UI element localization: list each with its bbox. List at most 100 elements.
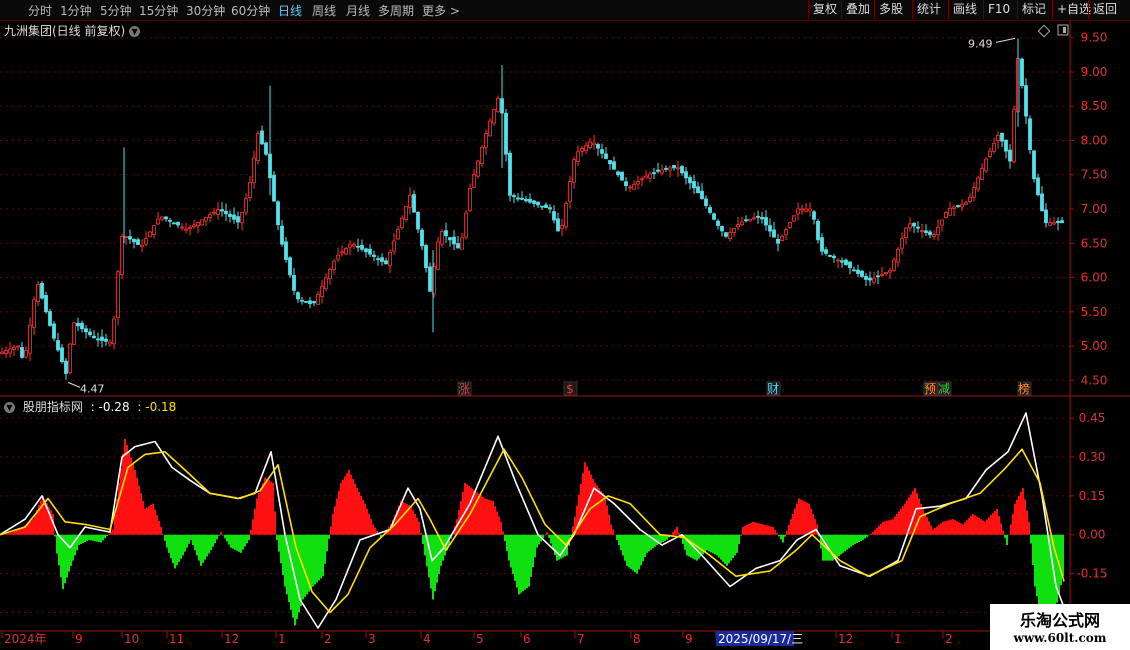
indicator-bar: [896, 514, 898, 535]
candle-body: [616, 171, 620, 176]
low-pointer-line: [67, 381, 81, 388]
candle-body: [52, 323, 56, 339]
indicator-bar: [306, 534, 308, 595]
candle-body: [876, 275, 880, 278]
indicator-bar: [728, 534, 730, 564]
indicator-bar: [988, 517, 990, 535]
indicator-bar: [990, 515, 992, 535]
indicator-bar: [496, 511, 498, 535]
indicator-bar: [478, 493, 480, 535]
candle-body: [1056, 221, 1060, 224]
indicator-bar: [912, 491, 914, 535]
indicator-bar: [158, 521, 160, 535]
indicator-tick-label: 0.30: [1079, 450, 1106, 464]
candle-body: [32, 299, 36, 328]
candle-body: [980, 167, 984, 180]
indicator-tick-label: -0.15: [1076, 567, 1107, 581]
candle-body: [704, 198, 708, 206]
candle-body: [188, 227, 192, 230]
indicator-bar: [966, 520, 968, 535]
candle-body: [192, 224, 196, 227]
candle-body: [1000, 132, 1004, 142]
candle-body: [1012, 109, 1016, 163]
indicator-bar: [760, 523, 762, 535]
indicator-bar: [94, 534, 96, 542]
candle-body: [848, 261, 852, 268]
candle-body: [68, 343, 72, 374]
indicator-bar: [364, 503, 366, 535]
candle-body: [624, 181, 628, 187]
indicator-bar: [624, 534, 626, 561]
indicator-title[interactable]: ▼ 股朋指标网 : -0.28 : -0.18: [4, 398, 180, 415]
indicator-bar: [976, 516, 978, 535]
indicator-bar: [874, 530, 876, 535]
candle-body: [884, 272, 888, 274]
indicator-bar: [410, 506, 412, 535]
indicator-bar: [870, 533, 872, 535]
candle-body: [76, 322, 80, 327]
indicator-bar: [132, 463, 134, 535]
indicator-bar: [842, 534, 844, 553]
candle-body: [604, 153, 608, 159]
price-tick-label: 7.50: [1081, 168, 1108, 182]
candle-body: [780, 236, 784, 242]
candle-body: [820, 237, 824, 252]
candle-body: [760, 216, 764, 220]
candle-body: [800, 208, 804, 211]
indicator-bar: [590, 474, 592, 535]
dropdown-circle-icon[interactable]: ▼: [4, 402, 15, 413]
indicator-bar: [660, 534, 662, 544]
indicator-bar: [344, 476, 346, 535]
indicator-bar: [162, 533, 164, 535]
candle-body: [444, 230, 448, 237]
indicator-bar: [556, 534, 558, 561]
indicator-bar: [978, 517, 980, 535]
indicator-bar: [992, 513, 994, 535]
dropdown-circle-icon[interactable]: ▼: [129, 26, 141, 37]
indicator-bar: [416, 517, 418, 535]
indicator-bar: [144, 508, 146, 535]
candle-body: [360, 244, 364, 250]
indicator-bar: [358, 491, 360, 535]
event-marker-label: 榜: [1018, 381, 1030, 396]
indicator-bar: [544, 534, 546, 536]
indicator-bar: [60, 534, 62, 578]
candle-body: [948, 207, 952, 216]
candle-body: [516, 197, 520, 200]
indicator-bar: [1034, 534, 1036, 587]
candle-body: [844, 259, 848, 265]
indicator-bar: [562, 534, 564, 558]
indicator-bar: [210, 534, 212, 551]
indicator-bar: [960, 523, 962, 535]
indicator-bar: [88, 534, 90, 540]
indicator-bar: [214, 534, 216, 544]
indicator-bar: [712, 534, 714, 554]
candle-body: [892, 259, 896, 271]
indicator-bar: [178, 534, 180, 562]
candle-body: [384, 260, 388, 265]
price-axis: 4.50 5.00 5.50 6.00 6.50 7.00 7.50 8.00 8.50 9.00…: [1070, 31, 1108, 387]
indicator-bar: [14, 531, 16, 535]
indicator-bar: [804, 501, 806, 535]
candle-body: [96, 338, 100, 341]
indicator-bar: [612, 529, 614, 535]
indicator-bar: [220, 532, 222, 535]
indicator-bar: [904, 503, 906, 535]
indicator-bar: [788, 525, 790, 535]
indicator-bar: [1014, 503, 1016, 535]
candle-body: [888, 270, 892, 273]
main-chart-title[interactable]: 九洲集团(日线 前复权) ▼: [4, 22, 141, 39]
candle-body: [956, 205, 960, 207]
candle-body: [520, 197, 524, 200]
indicator-bar: [330, 526, 332, 535]
candle-body: [632, 183, 636, 190]
price-tick-label: 8.00: [1081, 133, 1108, 147]
indicator-bar: [530, 534, 532, 577]
indicator-bar: [906, 500, 908, 535]
candle-body: [248, 181, 252, 198]
price-tick-label: 7.00: [1081, 202, 1108, 216]
indicator-bar: [266, 479, 268, 535]
indicator-bar: [942, 521, 944, 535]
candle-body: [972, 187, 976, 198]
watermark-title: 乐淘公式网: [1019, 611, 1100, 630]
